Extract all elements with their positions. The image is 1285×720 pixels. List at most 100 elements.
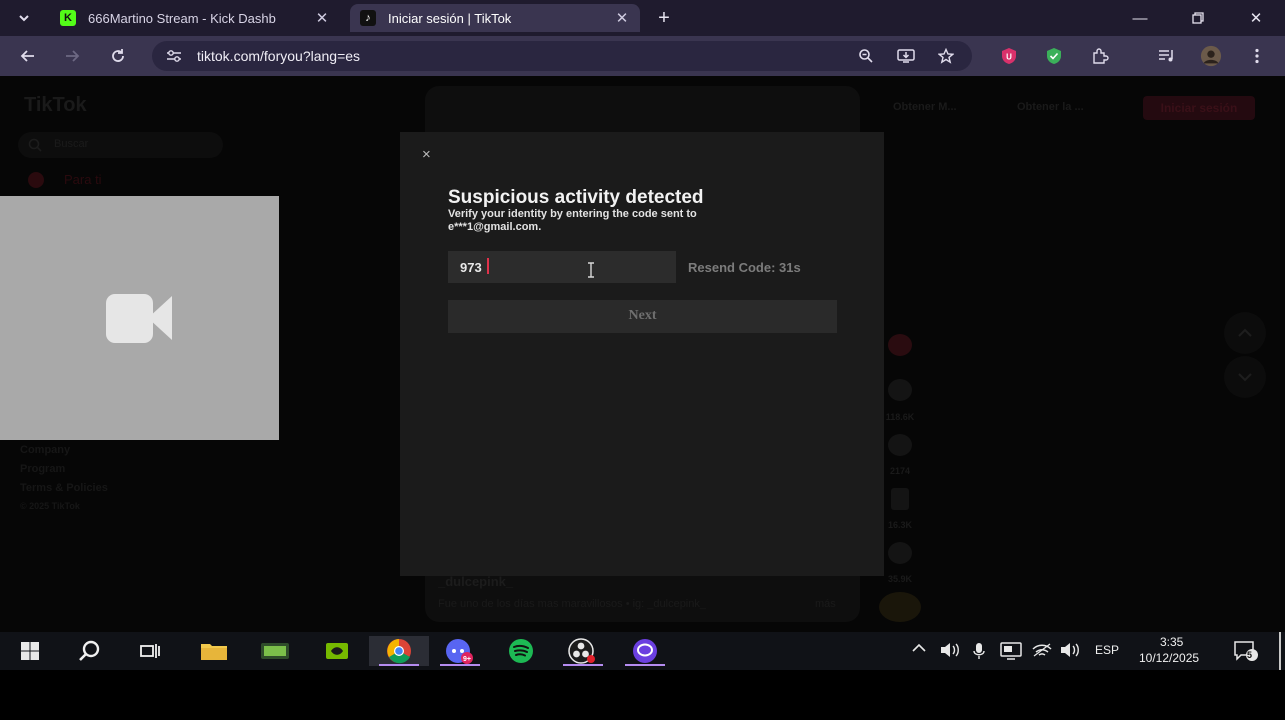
footer-link-terms[interactable]: Terms & Policies [20, 482, 108, 494]
active-indicator [379, 664, 419, 666]
previous-video-button[interactable] [1224, 312, 1266, 354]
verification-code-value: 973 [460, 260, 482, 275]
tab-kick[interactable]: K 666Martino Stream - Kick Dashb ✕ [50, 4, 340, 32]
close-icon[interactable]: ✕ [614, 9, 630, 27]
new-tab-button[interactable]: + [642, 0, 686, 36]
video-author[interactable]: _dulcepink_ [438, 574, 513, 589]
extensions-puzzle-icon[interactable] [1089, 45, 1111, 67]
close-window-button[interactable]: ✕ [1233, 0, 1279, 36]
wifi-icon[interactable] [1032, 642, 1052, 661]
bookmark-icon[interactable] [891, 488, 909, 510]
file-explorer-button[interactable] [184, 636, 244, 666]
shield-extension-icon[interactable] [1043, 45, 1065, 67]
address-bar[interactable]: tiktok.com/foryou?lang=es [152, 41, 972, 71]
verification-modal: × Suspicious activity detected Verify yo… [400, 132, 884, 576]
taskbar-app-obs[interactable] [553, 636, 613, 666]
url-text: tiktok.com/foryou?lang=es [197, 48, 361, 64]
resend-code-button[interactable]: Resend Code: 31s [688, 260, 801, 275]
active-indicator [440, 664, 480, 666]
notification-icon [1234, 641, 1258, 661]
tab-tiktok[interactable]: ♪ Iniciar sesión | TikTok ✕ [350, 4, 640, 32]
forward-button[interactable] [60, 44, 84, 68]
creator-avatar[interactable] [888, 334, 912, 356]
sidebar-item-for-you[interactable]: Para ti [64, 172, 102, 187]
bookmark-count: 16.3K [887, 520, 913, 530]
video-more-link[interactable]: más [815, 598, 836, 610]
verification-code-input[interactable] [448, 251, 676, 283]
comment-count: 2174 [889, 466, 911, 476]
taskbar-app-chrome[interactable] [369, 636, 429, 666]
speaker-icon[interactable] [939, 642, 961, 661]
video-camera-lens [148, 296, 172, 340]
nvidia-icon [326, 643, 348, 659]
chat-bubble-icon [633, 639, 657, 663]
microphone-icon[interactable] [972, 642, 986, 663]
share-icon[interactable] [888, 542, 912, 564]
search-icon [79, 640, 100, 661]
show-hidden-icons-button[interactable] [911, 642, 927, 657]
restore-button[interactable] [1175, 0, 1221, 36]
share-count: 35.9K [887, 574, 913, 584]
footer-link-company[interactable]: Company [20, 444, 70, 456]
volume-icon[interactable] [1059, 642, 1081, 661]
like-icon[interactable] [888, 379, 912, 401]
webcam-placeholder [0, 196, 279, 440]
clock-date[interactable]: 10/12/2025 [1139, 651, 1199, 665]
next-video-button[interactable] [1224, 356, 1266, 398]
start-button[interactable] [0, 636, 60, 666]
minimize-button[interactable]: — [1117, 0, 1163, 36]
taskbar-search-button[interactable] [60, 636, 120, 666]
search-input[interactable]: Buscar [18, 132, 223, 158]
task-view-button[interactable] [120, 636, 180, 666]
restore-icon [1192, 12, 1204, 24]
display-icon[interactable] [1000, 642, 1022, 663]
close-icon[interactable]: × [422, 146, 431, 163]
notification-count: 5 [1247, 650, 1253, 660]
spotify-icon [509, 639, 533, 663]
site-settings-icon[interactable] [166, 49, 182, 63]
media-controls-icon[interactable] [1156, 45, 1178, 67]
text-caret [487, 258, 489, 274]
back-button[interactable] [16, 44, 40, 68]
taskbar-app-gpu[interactable] [245, 636, 305, 666]
chevron-down-icon [19, 15, 29, 22]
profile-avatar[interactable] [1200, 45, 1222, 67]
ublock-extension-icon[interactable]: U [998, 45, 1020, 67]
modal-subtitle: Verify your identity by entering the cod… [448, 208, 697, 233]
tiktok-icon: ♪ [360, 10, 376, 26]
login-button[interactable]: Iniciar sesión [1143, 96, 1255, 120]
taskbar-app-spotify[interactable] [491, 636, 551, 666]
reload-button[interactable] [106, 44, 130, 68]
footer-link-program[interactable]: Program [20, 463, 65, 475]
taskbar-app-discord[interactable]: 9+ [430, 636, 490, 666]
show-desktop-button[interactable] [1279, 632, 1281, 670]
taskbar-app-nvidia[interactable] [307, 636, 367, 666]
gpu-icon [261, 643, 289, 659]
get-app-link[interactable]: Obtener M... [893, 101, 957, 113]
browser-tab-bar: K 666Martino Stream - Kick Dashb ✕ ♪ Ini… [0, 0, 1285, 36]
next-button[interactable]: Next [448, 300, 837, 333]
music-disc-icon[interactable] [879, 592, 921, 622]
chevron-up-icon [912, 643, 926, 652]
video-caption: Fue uno de los días mas maravillosos • i… [438, 598, 706, 610]
chrome-icon [387, 639, 411, 664]
taskbar-app-messenger[interactable] [615, 636, 675, 666]
close-icon[interactable]: ✕ [314, 9, 330, 27]
letterbox-bottom [0, 670, 1285, 720]
comment-icon[interactable] [888, 434, 912, 456]
install-app-icon[interactable] [895, 45, 917, 67]
get-desktop-link[interactable]: Obtener la ... [1017, 101, 1084, 113]
tiktok-logo[interactable]: TikTok [24, 94, 87, 117]
more-menu-icon[interactable] [1246, 45, 1268, 67]
bookmark-star-icon[interactable] [935, 45, 957, 67]
task-view-icon [140, 644, 160, 658]
tab-search-button[interactable] [4, 0, 44, 36]
input-language[interactable]: ESP [1095, 643, 1119, 657]
clock-time[interactable]: 3:35 [1160, 635, 1183, 649]
active-indicator [625, 664, 665, 666]
reload-icon [112, 49, 124, 62]
zoom-icon[interactable] [855, 45, 877, 67]
like-count: 118.6K [885, 412, 915, 422]
notifications-button[interactable] [1233, 640, 1259, 665]
home-icon [28, 172, 44, 188]
